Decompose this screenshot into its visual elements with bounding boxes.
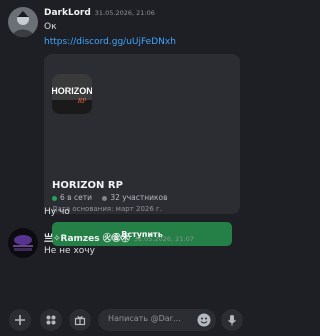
server-icon-wordmark: HORIZON (52, 86, 92, 96)
message-timestamp: 31.05.2026, 21:07 (133, 235, 194, 243)
online-dot-icon (52, 195, 57, 201)
message-author[interactable]: DarkLord 31.05.2026, 21:06 (44, 8, 155, 18)
microphone-icon[interactable] (221, 309, 243, 331)
member-count: 32 участников (110, 193, 168, 202)
author-name[interactable]: DarkLord (44, 8, 91, 18)
members-dot-icon (102, 195, 108, 201)
message-timestamp: 31.05.2026, 21:06 (94, 9, 155, 17)
message-input-placeholder: Написать @Dar… (108, 314, 181, 323)
message-composer: Написать @Dar… (0, 306, 250, 336)
emoji-icon[interactable] (196, 312, 212, 328)
apps-icon[interactable] (40, 309, 62, 331)
avatar[interactable] (8, 7, 38, 37)
gift-icon[interactable] (69, 309, 91, 331)
message-darklord: DarkLord 31.05.2026, 21:06 Ок https://dis… (0, 0, 250, 52)
online-count: 6 в сети (60, 193, 92, 202)
server-invite-card: HORIZON RP HORIZON RP 6 в сети 32 участн… (44, 54, 240, 246)
message-author[interactable]: 亗✧Ramzes ㊋㊎㊍ 31.05.2026, 21:07 (44, 231, 194, 244)
message-ramzes: 亗✧Ramzes ㊋㊎㊍ 31.05.2026, 21:07 Не не хочу (0, 228, 250, 268)
message-text: Ок (44, 22, 57, 32)
plus-icon[interactable] (9, 309, 31, 331)
server-stats: 6 в сети 32 участников (52, 193, 168, 202)
author-name[interactable]: 亗✧Ramzes ㊋㊎㊍ (44, 234, 130, 244)
message-input[interactable]: Написать @Dar… (98, 309, 216, 331)
server-icon-sub: RP (77, 97, 87, 105)
server-icon[interactable]: HORIZON RP (52, 74, 92, 114)
message-text: Не не хочу (44, 246, 95, 256)
server-name: HORIZON RP (52, 180, 123, 191)
avatar[interactable] (8, 228, 38, 258)
followup-message-text: Ну чо (44, 207, 70, 217)
invite-link[interactable]: https://discord.gg/uUjFeDNxh (44, 37, 176, 47)
